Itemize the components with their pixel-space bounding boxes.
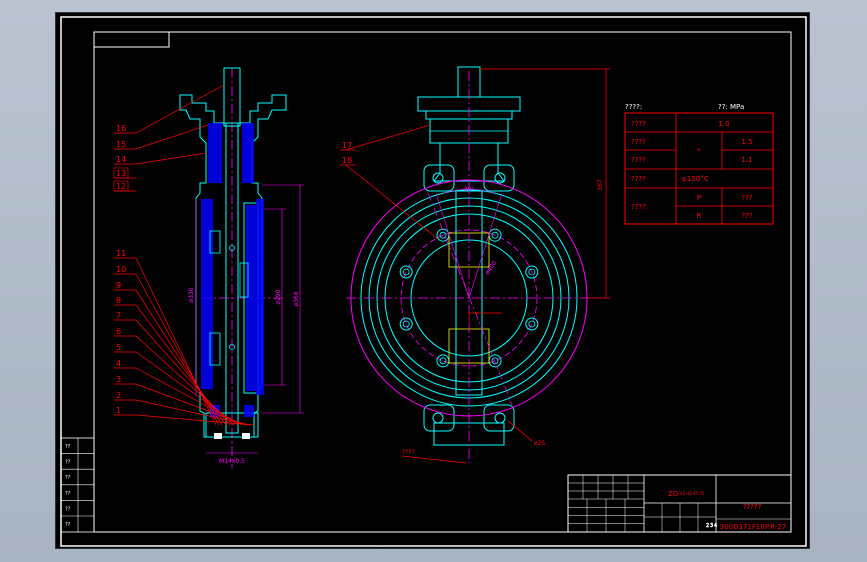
part-label-13: 13 bbox=[116, 169, 126, 178]
valve-drawing: ø330 ø290 ø368 M14x0.5 16151413121110987… bbox=[60, 16, 807, 547]
bolt-hole bbox=[525, 317, 539, 331]
lug-hole-br bbox=[494, 412, 506, 424]
part-label-16: 16 bbox=[116, 124, 126, 133]
body-hatch-left bbox=[201, 199, 213, 389]
spec-row2-mid: * bbox=[697, 147, 701, 155]
side-row-label: ?? bbox=[65, 491, 71, 497]
leader-17 bbox=[345, 124, 431, 151]
title-drawing-number: 300D371F10P.R-27 bbox=[720, 523, 786, 531]
dim-bottom-label: M14x0.5 bbox=[219, 458, 245, 465]
part-labels-right: 1718 bbox=[340, 141, 356, 166]
bolt-leader bbox=[507, 420, 533, 442]
bolt-hole bbox=[399, 317, 413, 331]
part-label-6: 6 bbox=[116, 327, 121, 336]
bottom-note: ???? bbox=[402, 449, 415, 456]
angle-label: 30° bbox=[464, 186, 475, 193]
side-row-label: ?? bbox=[65, 522, 71, 528]
bolt-hole-label: ø25 bbox=[534, 440, 545, 447]
spec-row4-label: ???? bbox=[631, 175, 646, 183]
bottom-plug bbox=[214, 433, 222, 439]
part-label-5: 5 bbox=[116, 343, 121, 352]
spec-header-right: ??: MPa bbox=[718, 103, 744, 111]
part-labels-left: 16 15 14 13 12 11 10 9 8 7 6 5 4 3 2 1 bbox=[113, 124, 136, 416]
scale-mark: 4 bbox=[714, 523, 717, 529]
title-material: ZG bbox=[668, 490, 678, 498]
dim-367-label: 367 bbox=[597, 179, 604, 191]
spec-row4-value: ≤150°C bbox=[681, 175, 709, 183]
title-material-note: 45-45-45.45 bbox=[680, 491, 705, 496]
spec-row6-mid: R bbox=[697, 212, 702, 220]
dim-290-label: ø290 bbox=[275, 289, 282, 304]
part-label-12: 12 bbox=[116, 182, 126, 191]
sheet-border bbox=[60, 16, 807, 547]
spec-table: ????: ??: MPa ???? 1.0 ???? * 1.5 ???? 1… bbox=[624, 103, 774, 225]
bolt-hole bbox=[436, 354, 450, 368]
part-label-15: 15 bbox=[116, 140, 126, 149]
part-label-9: 9 bbox=[116, 281, 121, 290]
part-label-3: 3 bbox=[116, 375, 121, 384]
part-label-17: 17 bbox=[342, 141, 352, 150]
part-label-8: 8 bbox=[116, 296, 121, 305]
bottom-hatch-r bbox=[244, 405, 254, 417]
spec-table-frame bbox=[624, 112, 774, 225]
part-label-2: 2 bbox=[116, 391, 121, 400]
code-box bbox=[93, 31, 170, 48]
leader-15 bbox=[135, 124, 209, 150]
part-label-11: 11 bbox=[116, 249, 126, 258]
scale-mark: 2 bbox=[706, 523, 709, 529]
part-label-7: 7 bbox=[116, 311, 121, 320]
dim-330-label: ø330 bbox=[188, 287, 195, 302]
part-label-14: 14 bbox=[116, 155, 126, 164]
side-row-label: ?? bbox=[65, 444, 71, 450]
spec-header-left: ????: bbox=[625, 103, 642, 111]
seat-ring bbox=[256, 199, 264, 395]
angle-ray-2 bbox=[468, 192, 503, 299]
title-part-name: ????? bbox=[743, 503, 762, 511]
side-row-label: ?? bbox=[65, 460, 71, 466]
gland-hatch-right bbox=[242, 123, 254, 183]
spec-row5-label: ???? bbox=[631, 203, 646, 211]
leader-14 bbox=[135, 152, 207, 165]
spec-row5-mid: P bbox=[697, 194, 701, 202]
spec-row3-value: 1.1 bbox=[741, 156, 752, 164]
part-label-1: 1 bbox=[116, 406, 121, 415]
bottom-plug-r bbox=[242, 433, 250, 439]
dim-368-label: ø368 bbox=[293, 291, 300, 306]
side-row-label: ?? bbox=[65, 506, 71, 512]
part-label-18: 18 bbox=[342, 156, 352, 165]
side-block: ???????????? bbox=[60, 437, 95, 533]
spec-row1-label: ???? bbox=[631, 120, 646, 128]
spec-row6-value: ??? bbox=[741, 212, 752, 220]
cad-viewport[interactable]: ø330 ø290 ø368 M14x0.5 16 15 14 13 12 11 10 9 8 7… bbox=[55, 12, 810, 549]
diag-centerline bbox=[427, 192, 513, 406]
stem bbox=[225, 122, 239, 434]
part-label-4: 4 bbox=[116, 359, 121, 368]
pcd-label: ø400 bbox=[484, 260, 499, 277]
gland-hatch bbox=[208, 123, 222, 183]
spec-row5-value: ??? bbox=[741, 194, 752, 202]
spec-row1-value: 1.0 bbox=[718, 120, 729, 128]
spec-row3-label: ???? bbox=[631, 156, 646, 164]
section-view: ø330 ø290 ø368 M14x0.5 16151413121110987… bbox=[113, 67, 304, 468]
note-leader bbox=[401, 455, 467, 464]
title-block: 234 ZG 45-45-45.45 ????? 300D371F10P.R-2… bbox=[567, 474, 792, 533]
lower-leaders bbox=[135, 257, 255, 426]
part-label-10: 10 bbox=[116, 265, 126, 274]
lug-hole-bl bbox=[432, 412, 444, 424]
side-row-label: ?? bbox=[65, 475, 71, 481]
drawing-border bbox=[93, 31, 792, 533]
angle-ray-1 bbox=[435, 192, 470, 299]
bolt-hole bbox=[488, 354, 502, 368]
front-view: 30° ø400 367 1718 ø25 ???? bbox=[340, 66, 610, 464]
spec-row2-label: ???? bbox=[631, 138, 646, 146]
spec-row2-value: 1.5 bbox=[741, 138, 752, 146]
scale-mark: 3 bbox=[710, 523, 713, 529]
disc-hatch bbox=[246, 205, 256, 391]
